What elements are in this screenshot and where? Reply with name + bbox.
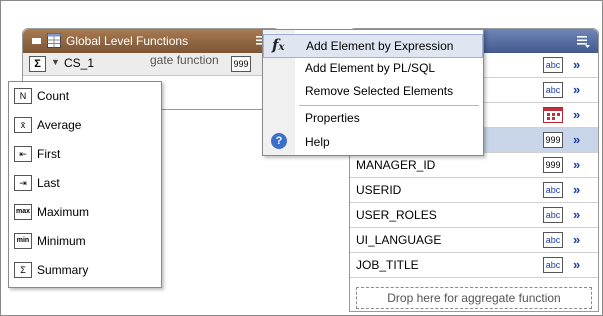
column-name: USERID (356, 183, 402, 197)
number-type-icon: 999 (231, 56, 251, 72)
menu-item-label: Remove Selected Elements (305, 84, 454, 98)
menu-item-properties[interactable]: Properties (263, 107, 483, 129)
text-type-icon: abc (543, 207, 563, 223)
column-row[interactable]: UI_LANGUAGE abc » (350, 228, 598, 253)
menu-item-first[interactable]: ⇤ First (9, 140, 161, 169)
text-type-icon: abc (543, 57, 563, 73)
expand-arrow-icon[interactable]: » (573, 257, 580, 272)
expand-arrow-icon[interactable]: » (573, 82, 580, 97)
column-name: USER_ROLES (356, 208, 437, 222)
menu-item-label: Add Element by PL/SQL (305, 61, 436, 75)
table-icon (47, 33, 61, 48)
expand-arrow-icon[interactable]: » (573, 57, 580, 72)
column-row[interactable]: JOB_TITLE abc » (350, 253, 598, 278)
first-icon: ⇤ (14, 146, 32, 162)
collapse-icon[interactable] (32, 38, 41, 44)
expand-arrow-icon[interactable]: » (573, 182, 580, 197)
menu-item-add-element-by-plsql[interactable]: Add Element by PL/SQL (263, 57, 483, 79)
column-name: MANAGER_ID (356, 158, 436, 172)
help-icon: ? (271, 133, 287, 149)
count-icon: N (14, 88, 32, 104)
column-row[interactable]: MANAGER_ID 999 » (350, 153, 598, 178)
column-row[interactable]: USERID abc » (350, 178, 598, 203)
menu-item-minimum[interactable]: min Minimum (9, 227, 161, 256)
minimum-icon: min (14, 233, 32, 249)
menu-item-label: Properties (305, 111, 360, 125)
drop-hint-partial: gate function (150, 53, 219, 67)
menu-item-label: Add Element by Expression (306, 39, 454, 53)
panel-header: Global Level Functions (23, 29, 279, 53)
number-type-icon: 999 (543, 157, 563, 173)
last-icon: ⇥ (14, 175, 32, 191)
menu-item-label: Last (37, 176, 60, 190)
menu-item-remove-selected-elements[interactable]: Remove Selected Elements (263, 80, 483, 102)
aggregate-function-menu: N Count x̄ Average ⇤ First ⇥ Last max Ma… (8, 81, 162, 288)
text-type-icon: abc (543, 182, 563, 198)
panel-title: Global Level Functions (66, 34, 189, 48)
menu-item-label: Average (37, 118, 82, 132)
menu-item-label: First (37, 147, 61, 161)
cs-label: CS_1 (64, 56, 95, 70)
expand-arrow-icon[interactable]: » (573, 207, 580, 222)
column-name: UI_LANGUAGE (356, 233, 442, 247)
menu-separator (299, 105, 479, 106)
average-icon: x̄ (14, 117, 32, 133)
menu-item-label: Summary (37, 263, 89, 277)
menu-item-average[interactable]: x̄ Average (9, 111, 161, 140)
expand-arrow-icon[interactable]: » (573, 232, 580, 247)
menu-item-maximum[interactable]: max Maximum (9, 198, 161, 227)
panel-menu-icon[interactable] (576, 34, 590, 48)
menu-item-summary[interactable]: Σ Summary (9, 256, 161, 285)
column-row[interactable]: USER_ROLES abc » (350, 203, 598, 228)
menu-item-add-element-by-expression[interactable]: fx Add Element by Expression (263, 34, 483, 58)
fx-icon: fx (272, 36, 285, 54)
menu-item-label: Help (305, 135, 330, 149)
maximum-icon: max (14, 204, 32, 220)
menu-item-label: Count (37, 89, 70, 103)
expand-arrow-icon[interactable]: » (573, 132, 580, 147)
menu-item-label: Maximum (37, 205, 90, 219)
expand-arrow-icon[interactable]: » (573, 157, 580, 172)
expand-arrow-icon[interactable]: » (573, 107, 580, 122)
chevron-down-icon[interactable]: ▼ (51, 57, 60, 67)
date-type-icon (543, 107, 563, 123)
text-type-icon: abc (543, 257, 563, 273)
text-type-icon: abc (543, 82, 563, 98)
menu-item-last[interactable]: ⇥ Last (9, 169, 161, 198)
aggregate-drop-zone[interactable]: Drop here for aggregate function (356, 287, 592, 309)
number-type-icon: 999 (543, 132, 563, 148)
menu-item-help[interactable]: ? Help (263, 131, 483, 153)
menu-item-label: Minimum (37, 234, 86, 248)
text-type-icon: abc (543, 232, 563, 248)
menu-item-count[interactable]: N Count (9, 82, 161, 111)
context-menu: fx Add Element by Expression Add Element… (262, 29, 484, 156)
column-name: JOB_TITLE (356, 258, 419, 272)
sigma-icon[interactable]: Σ (29, 56, 46, 72)
summary-icon: Σ (14, 262, 32, 278)
